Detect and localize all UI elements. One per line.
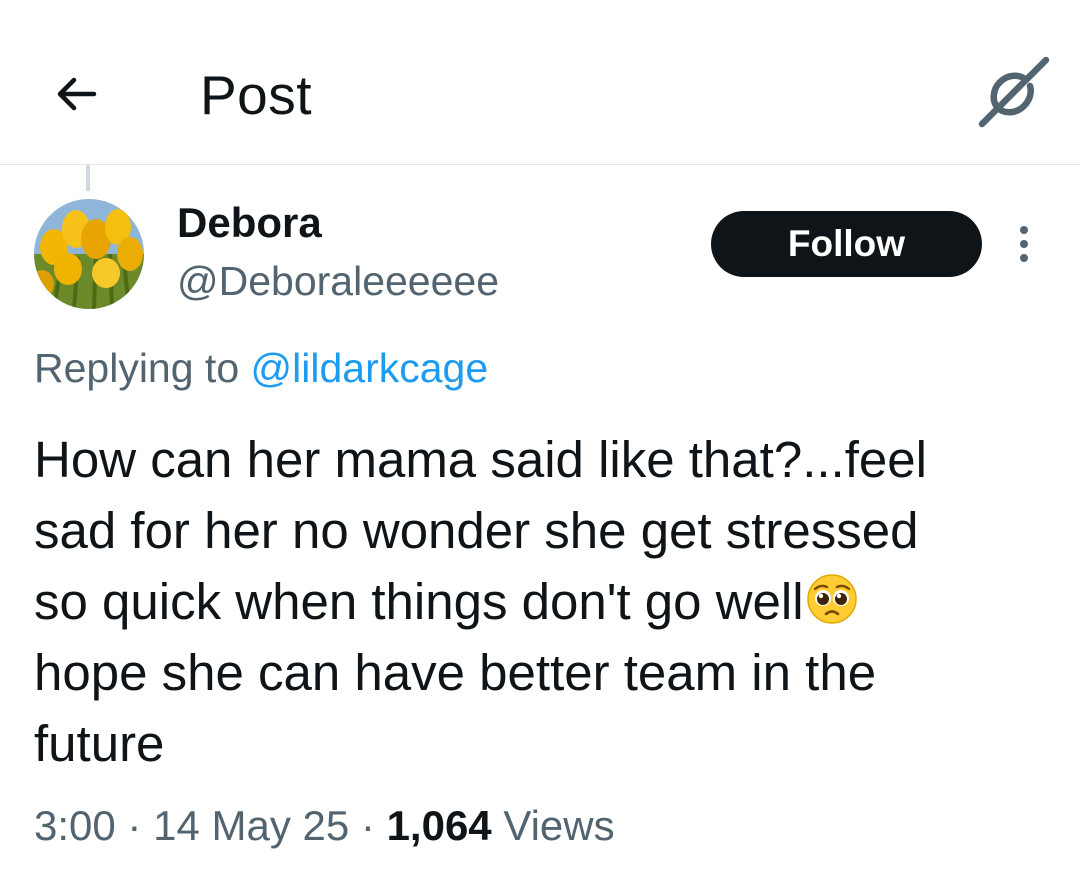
meta-separator: · <box>127 802 142 849</box>
tweet-date[interactable]: 14 May 25 <box>153 802 349 849</box>
follow-button[interactable]: Follow <box>711 211 982 277</box>
pleading-face-emoji <box>806 573 858 625</box>
more-vertical-icon <box>1020 226 1028 262</box>
replying-to-handle-link[interactable]: @lildarkcage <box>251 345 489 391</box>
top-bar: Post <box>0 0 1080 165</box>
replying-to-line: Replying to @lildarkcage <box>34 340 488 396</box>
more-options-button[interactable] <box>1006 222 1042 266</box>
page-title: Post <box>200 64 313 126</box>
meta-separator: · <box>360 802 375 849</box>
yellow-tulips-avatar <box>34 199 144 309</box>
grok-icon <box>978 56 1050 128</box>
avatar[interactable] <box>34 199 144 309</box>
tweet-meta: 3:00 · 14 May 25 · 1,064 Views <box>34 798 615 854</box>
thread-connector-line <box>86 165 90 191</box>
tweet-text-line: so quick when things don't go well <box>34 566 1044 637</box>
views-label[interactable]: Views <box>503 802 614 849</box>
grok-button[interactable] <box>976 54 1052 130</box>
tweet-text-line: How can her mama said like that?...feel <box>34 431 927 488</box>
tweet-text-line: future <box>34 715 165 772</box>
author-display-name[interactable]: Debora <box>177 198 322 248</box>
tweet-text-line: hope she can have better team in the <box>34 644 877 701</box>
arrow-left-icon <box>57 77 97 111</box>
tweet-time[interactable]: 3:00 <box>34 802 116 849</box>
tweet-text: How can her mama said like that?...feel … <box>34 424 1044 779</box>
replying-to-label: Replying to <box>34 345 240 391</box>
tweet-text-line: sad for her no wonder she get stressed <box>34 502 919 559</box>
author-handle[interactable]: @Deboraleeeeee <box>177 256 499 306</box>
views-count[interactable]: 1,064 <box>387 802 492 849</box>
back-button[interactable] <box>48 64 108 124</box>
tweet-text-segment: so quick when things don't go well <box>34 573 804 630</box>
